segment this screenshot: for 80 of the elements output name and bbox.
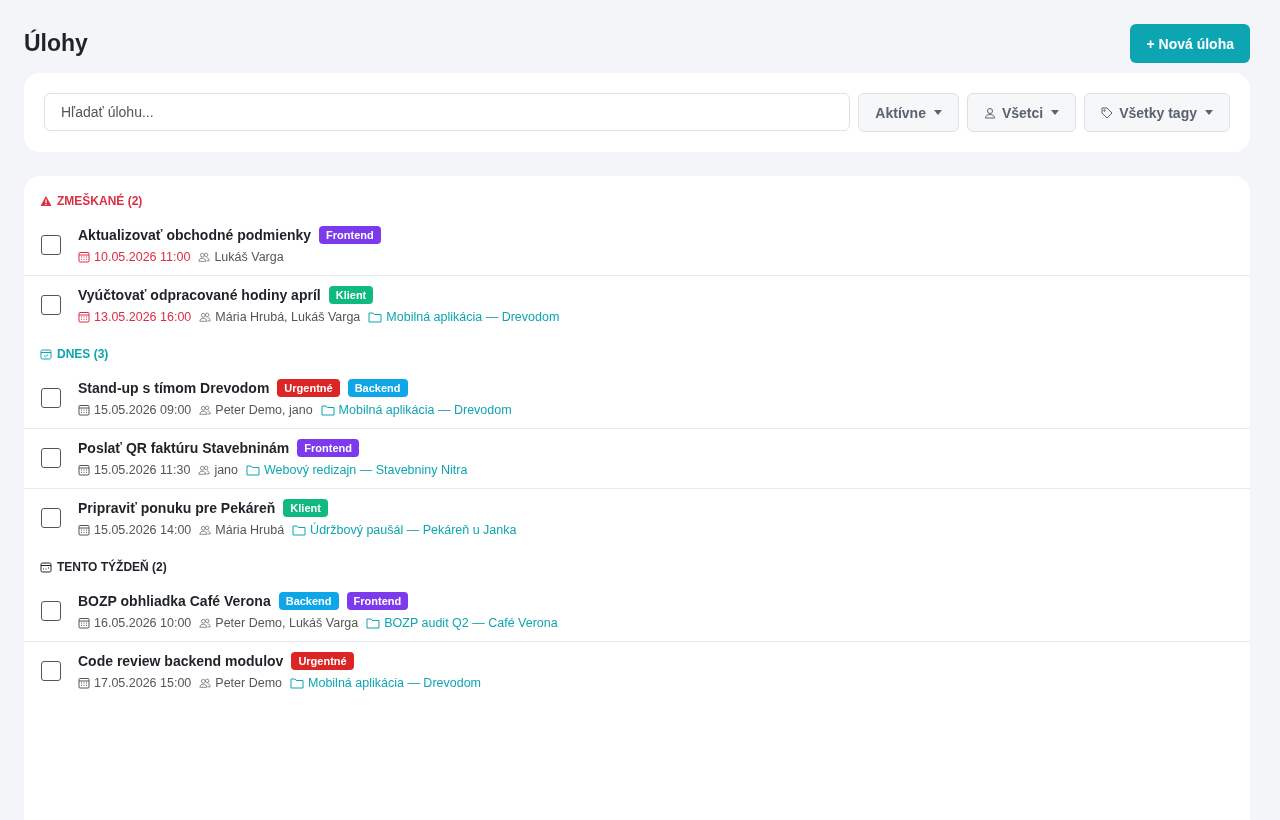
- warning-icon: [40, 195, 52, 207]
- due-date: 16.05.2026 10:00: [94, 616, 192, 630]
- page-title: Úlohy: [24, 30, 88, 57]
- calendar-icon: [78, 617, 90, 629]
- due-date: 17.05.2026 15:00: [94, 676, 192, 690]
- tag-badge: Frontend: [297, 439, 359, 457]
- calendar-icon: [78, 311, 90, 323]
- section-heading: TENTO TÝŽDEŇ (2): [57, 560, 167, 574]
- task-title: Aktualizovať obchodné podmienky: [78, 227, 312, 243]
- task-checkbox[interactable]: [41, 295, 61, 315]
- due-date: 13.05.2026 16:00: [94, 310, 192, 324]
- task-title: Vyúčtovať odpracované hodiny apríl: [78, 287, 321, 303]
- task-title: Stand-up s tímom Drevodom: [78, 380, 270, 396]
- task-checkbox[interactable]: [41, 661, 61, 681]
- people-icon: [199, 617, 212, 629]
- folder-icon: [368, 311, 383, 323]
- people-icon: [199, 311, 212, 323]
- caret-icon: [1205, 110, 1213, 115]
- tag-badge: Urgentné: [277, 379, 340, 397]
- people-icon: [199, 677, 212, 689]
- due-date: 15.05.2026 09:00: [94, 403, 192, 417]
- calendar-icon: [78, 677, 90, 689]
- tag-badge: Klient: [328, 286, 374, 304]
- folder-icon: [246, 464, 261, 476]
- task-title: BOZP obhliadka Café Verona: [78, 593, 271, 609]
- task-title: Poslať QR faktúru Stavebninám: [78, 440, 290, 456]
- project-link[interactable]: Mobilná aplikácia — Drevodom: [338, 403, 512, 417]
- assignees: Peter Demo, jano: [215, 403, 313, 417]
- assignees: jano: [214, 463, 239, 477]
- section-heading: ZMEŠKANÉ (2): [57, 194, 143, 208]
- task-checkbox[interactable]: [41, 235, 61, 255]
- assignees: Peter Demo, Lukáš Varga: [215, 616, 359, 630]
- task-title: Pripraviť ponuku pre Pekáreň: [78, 500, 276, 516]
- tag-icon: [1101, 106, 1114, 119]
- task-title: Code review backend modulov: [78, 653, 284, 669]
- folder-icon: [290, 677, 305, 689]
- task-checkbox[interactable]: [41, 388, 61, 408]
- project-link[interactable]: Webový redizajn — Stavebniny Nitra: [264, 463, 468, 477]
- caret-icon: [1051, 110, 1060, 115]
- project-link[interactable]: BOZP audit Q2 — Café Verona: [384, 616, 558, 630]
- calendar-icon: [78, 464, 90, 476]
- project-link[interactable]: Mobilná aplikácia — Drevodom: [386, 310, 560, 324]
- tag-badge: Backend: [347, 379, 408, 397]
- due-date: 10.05.2026 11:00: [94, 250, 191, 264]
- calendar-check-icon: [40, 348, 52, 360]
- section-heading: DNES (3): [57, 347, 109, 361]
- people-icon: [198, 251, 211, 263]
- people-icon: [199, 524, 212, 536]
- tag-badge: Urgentné: [291, 652, 354, 670]
- due-date: 15.05.2026 14:00: [94, 523, 192, 537]
- tag-badge: Frontend: [346, 592, 409, 610]
- project-link[interactable]: Mobilná aplikácia — Drevodom: [308, 676, 482, 690]
- assignees: Lukáš Varga: [214, 250, 284, 264]
- calendar-icon: [78, 251, 90, 263]
- person-icon: [983, 106, 996, 119]
- people-icon: [199, 404, 212, 416]
- tag-badge: Backend: [278, 592, 339, 610]
- calendar-icon: [40, 561, 52, 573]
- caret-icon: [933, 110, 942, 115]
- tag-badge: Klient: [283, 499, 328, 517]
- tag-badge: Frontend: [319, 226, 381, 244]
- search-field[interactable]: Hľadať úlohu...: [44, 93, 851, 131]
- filter-dropdown[interactable]: Všetci: [966, 93, 1077, 132]
- calendar-icon: [78, 404, 90, 416]
- folder-icon: [366, 617, 381, 629]
- filter-dropdown[interactable]: Všetky tagy: [1084, 93, 1230, 132]
- filter-dropdown[interactable]: Aktívne: [858, 93, 959, 132]
- task-checkbox[interactable]: [41, 601, 61, 621]
- project-link[interactable]: Údržbový paušál — Pekáreň u Janka: [310, 523, 517, 537]
- calendar-icon: [78, 524, 90, 536]
- task-checkbox[interactable]: [41, 448, 61, 468]
- due-date: 15.05.2026 11:30: [94, 463, 191, 477]
- folder-icon: [292, 524, 307, 536]
- task-checkbox[interactable]: [41, 508, 61, 528]
- folder-icon: [320, 404, 335, 416]
- assignees: Mária Hrubá, Lukáš Varga: [215, 310, 361, 324]
- assignees: Peter Demo: [215, 676, 283, 690]
- new-task-button[interactable]: + Nová úloha: [1130, 24, 1250, 63]
- assignees: Mária Hrubá: [215, 523, 285, 537]
- people-icon: [198, 464, 211, 476]
